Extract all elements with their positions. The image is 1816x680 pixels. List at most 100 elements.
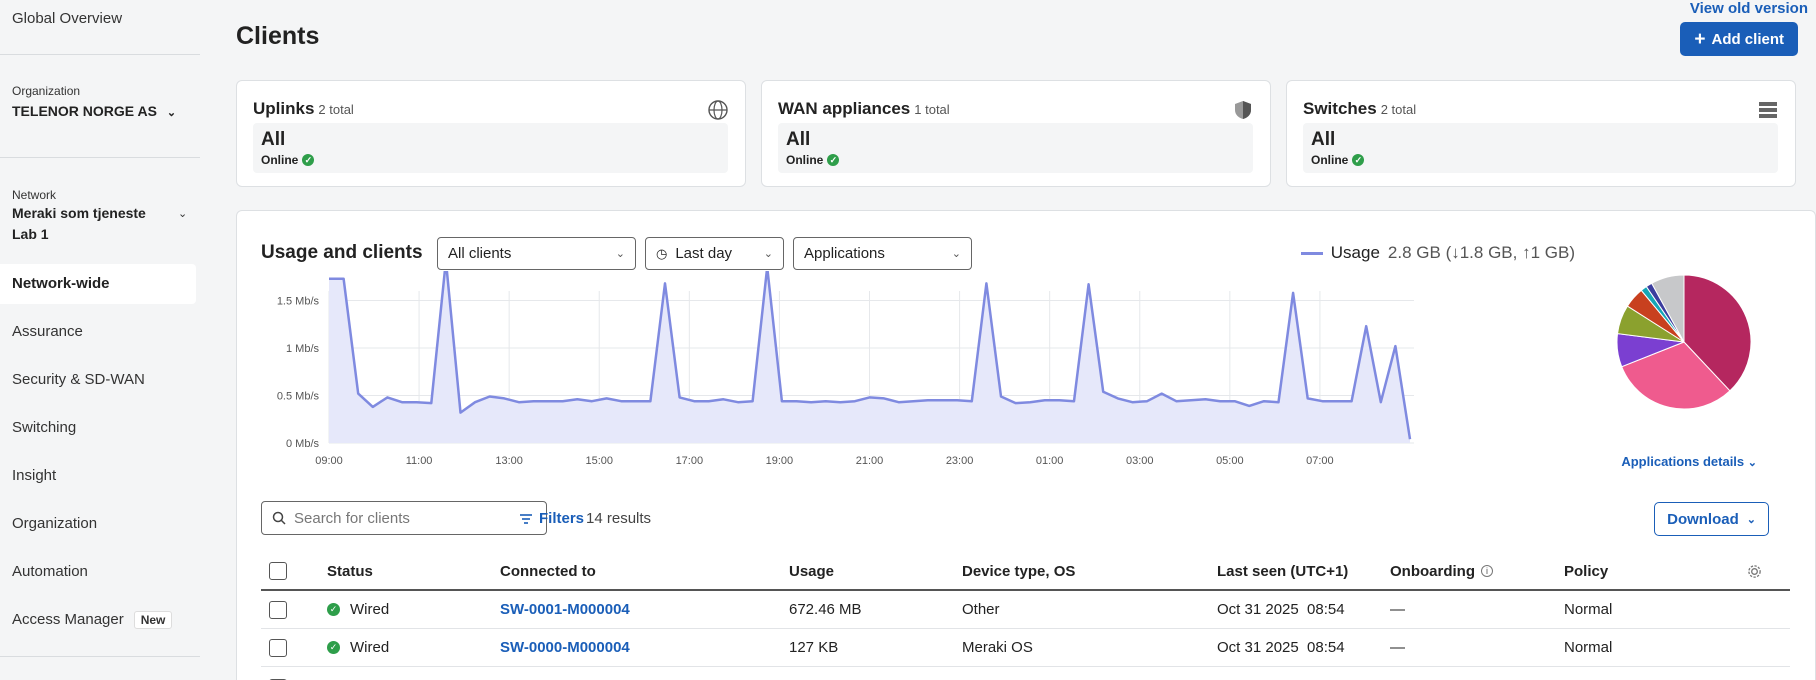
legend-value: 2.8 GB (↓1.8 GB, ↑1 GB) bbox=[1387, 243, 1575, 262]
table-header-row: Status Connected to Usage Device type, O… bbox=[261, 553, 1790, 591]
switches-card[interactable]: Switches 2 total All Online ✓ bbox=[1286, 80, 1796, 187]
table-row[interactable]: ✓ Wired SW-0001-M000004 672.46 MB Other O… bbox=[261, 591, 1790, 629]
column-header[interactable]: Status bbox=[327, 553, 373, 589]
clock-icon: ◷ bbox=[656, 245, 668, 261]
check-circle-icon: ✓ bbox=[327, 603, 340, 616]
chevron-down-icon: ⌄ bbox=[1747, 457, 1757, 469]
chevron-down-icon: ⌄ bbox=[951, 248, 961, 260]
status-cell: ✓ Wired bbox=[327, 629, 389, 666]
chevron-down-icon: ⌄ bbox=[763, 248, 773, 260]
select-all-checkbox[interactable] bbox=[269, 553, 287, 589]
view-old-version-link[interactable]: View old version bbox=[1690, 0, 1808, 17]
search-input[interactable]: Search for clients bbox=[261, 501, 547, 535]
check-circle-icon: ✓ bbox=[327, 641, 340, 654]
x-tick-label: 15:00 bbox=[585, 455, 613, 467]
card-title: Switches 2 total bbox=[1303, 99, 1417, 118]
card-status: Online ✓ bbox=[786, 153, 840, 167]
card-status-box: All Online ✓ bbox=[778, 123, 1253, 173]
usage-cell: 672.46 MB bbox=[789, 601, 862, 618]
chevron-down-icon: ⌄ bbox=[166, 107, 177, 119]
usage-chart[interactable]: 0 Mb/s 0.5 Mb/s 1 Mb/s 1.5 Mb/s 09:00 11:00 13… bbox=[237, 271, 1617, 496]
chevron-down-icon[interactable]: ⌄ bbox=[178, 207, 187, 220]
chevron-down-icon: ⌄ bbox=[1746, 513, 1756, 526]
sidebar-divider bbox=[0, 157, 200, 158]
card-title: Uplinks 2 total bbox=[253, 99, 354, 118]
card-total: 2 total bbox=[318, 102, 354, 117]
row-checkbox[interactable] bbox=[269, 591, 287, 628]
sidebar-item-insight[interactable]: Insight bbox=[12, 467, 56, 484]
sidebar-item-security-sdwan[interactable]: Security & SD-WAN bbox=[12, 371, 145, 388]
sidebar-item-automation[interactable]: Automation bbox=[12, 563, 88, 580]
wan-appliances-card[interactable]: WAN appliances 1 total All Online ✓ bbox=[761, 80, 1271, 187]
column-header[interactable]: Connected to bbox=[500, 553, 596, 589]
column-header[interactable]: Usage bbox=[789, 553, 834, 589]
table-row-partial[interactable] bbox=[261, 667, 1790, 680]
sidebar-item-access-manager[interactable]: Access Manager New bbox=[12, 611, 173, 629]
usage-legend: Usage 2.8 GB (↓1.8 GB, ↑1 GB) bbox=[1300, 243, 1575, 263]
sidebar-item-network-wide[interactable]: Network-wide bbox=[12, 275, 110, 292]
connected-to-link[interactable]: SW-0001-M000004 bbox=[500, 591, 630, 628]
onboarding-cell: — bbox=[1390, 639, 1405, 656]
settings-gear-icon[interactable] bbox=[1747, 553, 1762, 589]
add-client-button[interactable]: + Add client bbox=[1680, 22, 1798, 56]
filter-icon bbox=[520, 513, 532, 524]
sidebar-item-assurance[interactable]: Assurance bbox=[12, 323, 83, 340]
chevron-down-icon: ⌄ bbox=[615, 248, 625, 260]
sidebar-item-switching[interactable]: Switching bbox=[12, 419, 76, 436]
card-value: All bbox=[786, 129, 811, 150]
main-content: Clients View old version + Add client Up… bbox=[206, 0, 1816, 680]
usage-panel: Usage and clients All clients ⌄ ◷ Last day… bbox=[236, 210, 1816, 680]
last-seen-cell: Oct 31 2025 08:54 bbox=[1217, 639, 1345, 656]
switch-stack-icon bbox=[1759, 102, 1777, 118]
info-icon: i bbox=[1481, 565, 1493, 577]
policy-cell: Normal bbox=[1564, 601, 1613, 618]
y-tick-label: 1.5 Mb/s bbox=[277, 296, 320, 308]
network-selector-line1[interactable]: Meraki som tjeneste bbox=[12, 205, 146, 221]
card-value: All bbox=[261, 129, 286, 150]
y-tick-label: 0.5 Mb/s bbox=[277, 391, 320, 403]
filters-button[interactable]: Filters bbox=[519, 510, 584, 527]
plus-icon: + bbox=[1694, 28, 1706, 50]
global-overview-link[interactable]: Global Overview bbox=[12, 10, 122, 27]
sidebar: Global Overview Organization TELENOR NOR… bbox=[0, 0, 200, 680]
x-tick-label: 17:00 bbox=[676, 455, 704, 467]
row-checkbox[interactable] bbox=[269, 629, 287, 666]
policy-cell: Normal bbox=[1564, 639, 1613, 656]
column-header[interactable]: Policy bbox=[1564, 553, 1608, 589]
card-status: Online ✓ bbox=[261, 153, 315, 167]
table-row[interactable]: ✓ Wired SW-0000-M000004 127 KB Meraki OS … bbox=[261, 629, 1790, 667]
device-cell: Meraki OS bbox=[962, 639, 1033, 656]
card-total: 2 total bbox=[1380, 102, 1417, 117]
sidebar-divider bbox=[0, 54, 200, 55]
y-tick-label: 1 Mb/s bbox=[286, 343, 320, 355]
connected-to-link[interactable]: SW-0000-M000004 bbox=[500, 629, 630, 666]
column-header[interactable]: Last seen (UTC+1) bbox=[1217, 553, 1348, 589]
x-tick-label: 05:00 bbox=[1216, 455, 1244, 467]
view-dropdown[interactable]: Applications ⌄ bbox=[793, 237, 972, 270]
sidebar-item-organization[interactable]: Organization bbox=[12, 515, 97, 532]
row-checkbox[interactable] bbox=[269, 667, 287, 680]
column-header-onboarding[interactable]: Onboarding i bbox=[1390, 553, 1493, 589]
time-range-dropdown[interactable]: ◷ Last day ⌄ bbox=[645, 237, 784, 270]
uplinks-card[interactable]: Uplinks 2 total All Online ✓ bbox=[236, 80, 746, 187]
status-cell: ✓ Wired bbox=[327, 591, 389, 628]
check-circle-icon: ✓ bbox=[1352, 154, 1365, 166]
applications-pie-chart[interactable] bbox=[1614, 272, 1754, 412]
globe-icon bbox=[708, 100, 728, 120]
page-title: Clients bbox=[236, 22, 320, 50]
clients-table: Status Connected to Usage Device type, O… bbox=[261, 553, 1790, 680]
last-seen-cell: Oct 31 2025 08:54 bbox=[1217, 601, 1345, 618]
legend-label: Usage bbox=[1330, 243, 1380, 262]
search-placeholder: Search for clients bbox=[294, 509, 410, 527]
clients-filter-dropdown[interactable]: All clients ⌄ bbox=[437, 237, 636, 270]
column-header[interactable]: Device type, OS bbox=[962, 553, 1075, 589]
x-tick-label: 11:00 bbox=[406, 455, 433, 467]
results-count: 14 results bbox=[586, 510, 652, 527]
applications-details-link[interactable]: Applications details ⌄ bbox=[1621, 454, 1757, 469]
network-selector-line2[interactable]: Lab 1 bbox=[12, 226, 49, 242]
check-circle-icon: ✓ bbox=[302, 154, 315, 166]
organization-selector[interactable]: TELENOR NORGE AS ⌄ bbox=[12, 103, 176, 119]
card-status: Online ✓ bbox=[1311, 153, 1365, 167]
x-tick-label: 03:00 bbox=[1126, 455, 1154, 467]
download-button[interactable]: Download ⌄ bbox=[1654, 502, 1769, 536]
